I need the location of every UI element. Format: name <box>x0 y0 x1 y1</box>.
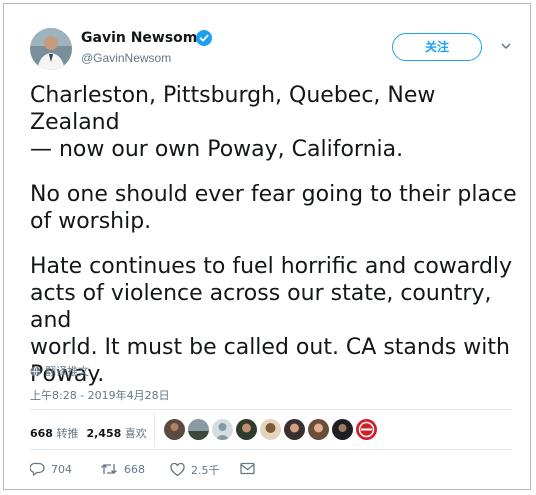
liker-avatar[interactable] <box>308 419 329 440</box>
liker-avatars <box>164 419 377 440</box>
direct-message-button[interactable] <box>240 462 255 475</box>
reply-button[interactable]: 704 <box>30 462 72 476</box>
tweet-card: Gavin Newsom @GavinNewsom 关注 Charleston,… <box>3 3 531 490</box>
liker-avatar[interactable] <box>236 419 257 440</box>
likes-label: 喜欢 <box>124 427 147 440</box>
liker-avatar[interactable] <box>332 419 353 440</box>
tweet-stats: 668 转推 2,458 喜欢 <box>30 425 147 441</box>
translate-label: 翻译推文 <box>45 365 89 378</box>
retweets-count: 668 <box>30 427 53 440</box>
heart-icon <box>170 463 185 477</box>
likes-stat[interactable]: 2,458 喜欢 <box>86 425 146 441</box>
like-button[interactable]: 2.5千 <box>170 462 220 478</box>
display-name[interactable]: Gavin Newsom <box>81 30 197 46</box>
retweet-icon <box>101 464 117 474</box>
stats-divider <box>154 413 155 447</box>
globe-icon <box>30 365 41 377</box>
retweets-stat[interactable]: 668 转推 <box>30 425 78 441</box>
translate-link[interactable]: 翻译推文 <box>30 363 89 379</box>
chevron-down-icon[interactable] <box>500 40 512 52</box>
retweet-count: 668 <box>124 462 145 476</box>
reply-count: 704 <box>51 462 72 476</box>
tweet-text: Charleston, Pittsburgh, Quebec, New Zeal… <box>30 82 522 406</box>
divider <box>30 449 512 450</box>
divider <box>30 409 512 410</box>
follow-button[interactable]: 关注 <box>392 33 482 61</box>
like-count: 2.5千 <box>191 464 220 477</box>
liker-avatar[interactable] <box>284 419 305 440</box>
verified-badge-icon <box>196 30 212 46</box>
user-handle[interactable]: @GavinNewsom <box>81 51 171 65</box>
likes-count: 2,458 <box>86 427 122 440</box>
liker-avatar[interactable] <box>164 419 185 440</box>
liker-avatar[interactable] <box>356 419 377 440</box>
tweet-paragraph: Hate continues to fuel horrific and cowa… <box>30 254 513 387</box>
tweet-paragraph: Charleston, Pittsburgh, Quebec, New Zeal… <box>30 83 436 162</box>
liker-avatar[interactable] <box>212 419 233 440</box>
liker-avatar[interactable] <box>260 419 281 440</box>
retweets-label: 转推 <box>56 427 79 440</box>
tweet-paragraph: No one should ever fear going to their p… <box>30 182 517 234</box>
tweet-timestamp[interactable]: 上午8:28 - 2019年4月28日 <box>30 387 170 403</box>
liker-avatar[interactable] <box>188 419 209 440</box>
reply-icon <box>30 462 45 476</box>
message-icon <box>240 462 255 475</box>
avatar[interactable] <box>30 28 72 70</box>
retweet-button[interactable]: 668 <box>100 462 145 476</box>
